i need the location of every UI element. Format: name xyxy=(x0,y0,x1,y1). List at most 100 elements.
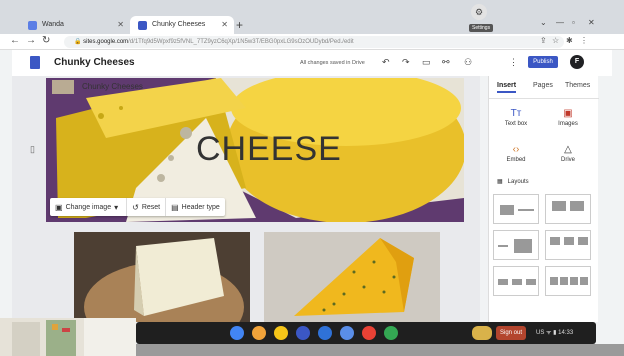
sites-header: Chunky Cheeses All changes saved in Driv… xyxy=(12,50,612,76)
profile-pill[interactable] xyxy=(472,326,492,340)
address-bar[interactable]: 🔒 sites.google.com/d/1Tfq9d5Wpxf9z5fVNL_… xyxy=(64,36,564,48)
layout-option-3[interactable] xyxy=(493,230,539,260)
change-image-label: Change image xyxy=(65,203,112,211)
settings-tooltip: Settings xyxy=(469,24,494,32)
preview-icon[interactable]: ▭ xyxy=(422,57,431,68)
publish-button[interactable]: Publish xyxy=(528,56,558,68)
screen-bezel xyxy=(136,344,624,356)
meet-icon[interactable] xyxy=(296,326,310,340)
layout-option-2[interactable] xyxy=(545,194,591,224)
system-tray[interactable]: US ᯤ ▮ 14:33 xyxy=(536,328,573,336)
browser-tab-chunky-cheeses[interactable]: Chunky Cheeses ✕ xyxy=(130,16,234,34)
url-path: /d/1Tfq9d5Wpxf9z5fVNL_7TZ9yzC6qXp/1N5w3T… xyxy=(128,39,354,45)
settings-gear-icon[interactable]: ⚙ xyxy=(471,4,487,20)
reset-button[interactable]: ↺ Reset xyxy=(127,198,167,216)
files-icon[interactable] xyxy=(274,326,288,340)
header-type-label: Header type xyxy=(181,203,220,211)
clock: 14:33 xyxy=(558,330,574,336)
site-logo[interactable] xyxy=(52,80,74,94)
header-type-button[interactable]: ▤ Header type xyxy=(166,198,225,216)
lock-icon: 🔒 xyxy=(74,39,84,45)
cheese-image-herb[interactable] xyxy=(264,232,440,322)
layouts-header[interactable]: ▦ Layouts xyxy=(497,178,529,185)
insert-embed[interactable]: ‹› Embed xyxy=(493,144,539,163)
cheese-image-white[interactable] xyxy=(74,232,250,322)
star-icon[interactable]: ☆ xyxy=(552,36,559,45)
youtube-icon[interactable] xyxy=(362,326,376,340)
photo-background xyxy=(0,318,136,356)
layouts-icon: ▦ xyxy=(497,179,503,185)
menu-icon[interactable]: ⋮ xyxy=(580,36,588,45)
undo-icon[interactable]: ↶ xyxy=(382,57,390,68)
reload-icon[interactable]: ↻ xyxy=(42,35,50,46)
insert-item-label: Embed xyxy=(506,157,526,163)
sites-icon xyxy=(138,21,147,30)
sites-logo-icon[interactable] xyxy=(30,56,40,69)
add-person-icon[interactable]: ⚇ xyxy=(464,57,472,68)
tab-label: Chunky Cheeses xyxy=(152,21,206,28)
insert-item-label: Images xyxy=(558,121,578,127)
header-type-icon: ▤ xyxy=(171,202,179,212)
banner-site-name[interactable]: Chunky Cheeses xyxy=(82,82,143,91)
image-icon: ▣ xyxy=(55,202,63,212)
tab-themes[interactable]: Themes xyxy=(565,82,590,89)
drive-icon: △ xyxy=(564,144,572,155)
chevron-down-icon: ▾ xyxy=(114,202,119,212)
layout-option-1[interactable] xyxy=(493,194,539,224)
docs-icon xyxy=(28,21,37,30)
chevron-down-icon[interactable]: ⌄ xyxy=(540,18,547,27)
layout-option-5[interactable] xyxy=(493,266,539,296)
link-icon[interactable]: ⚯ xyxy=(442,57,450,68)
app-icon[interactable] xyxy=(252,326,266,340)
close-icon[interactable]: ✕ xyxy=(588,18,595,27)
reset-label: Reset xyxy=(141,203,161,211)
maximize-icon[interactable]: ▫ xyxy=(572,18,575,27)
layout-option-4[interactable] xyxy=(545,230,591,260)
page-heading[interactable]: CHEESE xyxy=(196,130,342,169)
url-host: sites.google.com xyxy=(83,39,129,45)
insert-images[interactable]: ▣ Images xyxy=(545,108,591,127)
avatar[interactable]: F xyxy=(570,55,584,69)
layout-option-6[interactable] xyxy=(545,266,591,296)
text-box-icon: Tт xyxy=(510,108,522,119)
images-icon: ▣ xyxy=(563,108,573,119)
docs-icon[interactable] xyxy=(318,326,332,340)
save-status: All changes saved in Drive xyxy=(300,60,365,66)
play-store-icon[interactable] xyxy=(384,326,398,340)
os-shelf: Sign out US ᯤ ▮ 14:33 xyxy=(136,322,596,344)
insert-item-label: Drive xyxy=(560,157,575,163)
reset-icon: ↺ xyxy=(132,202,139,212)
tab-pages[interactable]: Pages xyxy=(533,82,553,89)
page-icon[interactable]: ▯ xyxy=(30,144,35,155)
minimize-icon[interactable]: — xyxy=(556,18,564,27)
browser-toolbar: ← → ↻ 🔒 sites.google.com/d/1Tfq9d5Wpxf9z… xyxy=(0,34,624,50)
screen: Wanda ✕ Chunky Cheeses ✕ + ⌄ — ▫ ✕ ← → ↻… xyxy=(0,0,624,356)
slides-icon[interactable] xyxy=(340,326,354,340)
back-icon[interactable]: ← xyxy=(10,35,20,46)
more-icon[interactable]: ⋮ xyxy=(509,57,518,68)
site-title[interactable]: Chunky Cheeses xyxy=(54,57,135,68)
chrome-icon[interactable] xyxy=(230,326,244,340)
header-toolbar: ▣ Change image ▾ ↺ Reset ▤ Header type xyxy=(50,198,225,216)
change-image-button[interactable]: ▣ Change image ▾ xyxy=(50,198,128,216)
extensions-icon[interactable]: ✱ xyxy=(566,36,573,45)
forward-icon[interactable]: → xyxy=(26,35,36,46)
share-icon[interactable]: ⇪ xyxy=(540,36,547,45)
tab-label: Wanda xyxy=(42,21,64,28)
browser-tab-strip: Wanda ✕ Chunky Cheeses ✕ + ⌄ — ▫ ✕ xyxy=(0,0,624,34)
divider xyxy=(489,98,599,99)
insert-drive[interactable]: △ Drive xyxy=(545,144,591,163)
insert-text-box[interactable]: Tт Text box xyxy=(493,108,539,127)
close-icon[interactable]: ✕ xyxy=(221,20,228,29)
redo-icon[interactable]: ↷ xyxy=(402,57,410,68)
insert-panel: Insert Pages Themes Tт Text box ▣ Images… xyxy=(488,76,599,322)
layouts-label: Layouts xyxy=(507,179,529,185)
close-icon[interactable]: ✕ xyxy=(117,20,124,29)
status-locale: US xyxy=(536,330,545,336)
sign-out-button[interactable]: Sign out xyxy=(496,326,526,340)
tab-insert[interactable]: Insert xyxy=(497,82,517,93)
browser-tab-wanda[interactable]: Wanda ✕ xyxy=(20,16,130,34)
embed-icon: ‹› xyxy=(512,144,520,155)
new-tab-icon[interactable]: + xyxy=(236,18,243,32)
insert-item-label: Text box xyxy=(504,121,528,127)
